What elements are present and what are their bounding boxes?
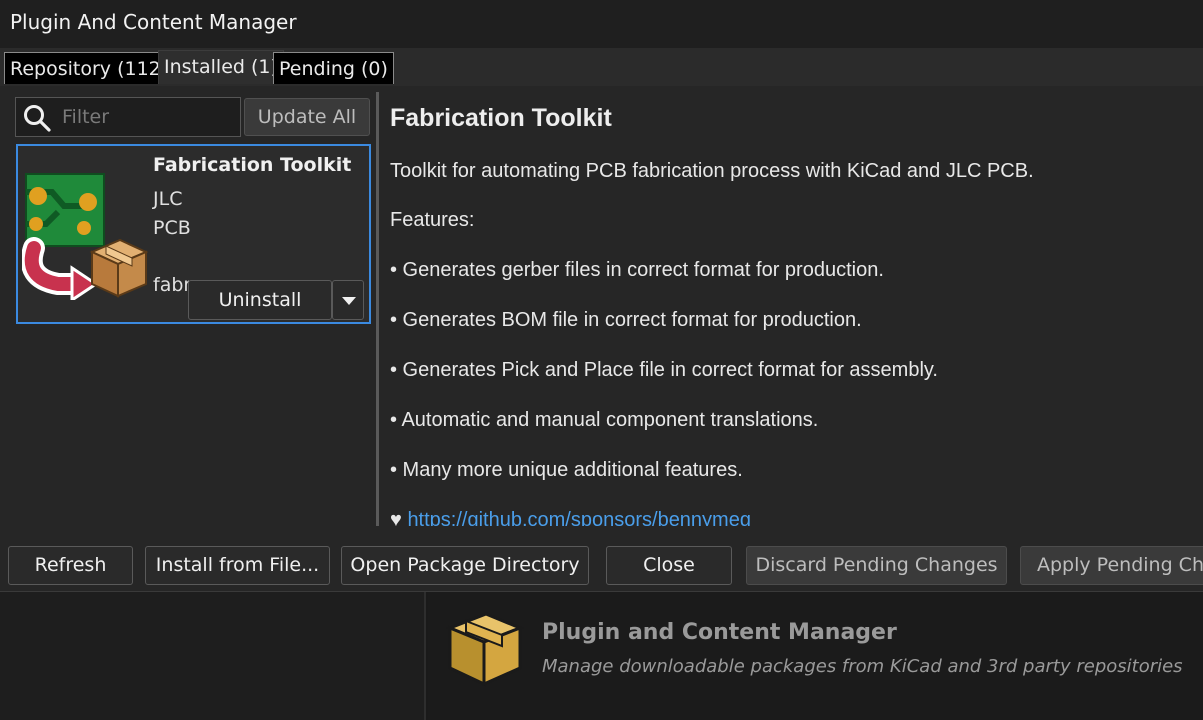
chevron-down-icon: [342, 297, 356, 305]
feature-item: • Generates BOM file in correct format f…: [390, 309, 862, 331]
details-description: Toolkit for automating PCB fabrication p…: [390, 160, 1034, 182]
sponsor-line: ♥ https://github.com/sponsors/bennymeg: [390, 509, 751, 526]
refresh-button[interactable]: Refresh: [8, 546, 133, 585]
dialog-button-bar: Refresh Install from File... Open Packag…: [0, 536, 1203, 592]
tab-pending[interactable]: Pending (0): [273, 52, 394, 84]
package-description-line: JLC: [153, 188, 183, 210]
feature-item: • Generates Pick and Place file in corre…: [390, 359, 938, 381]
search-box[interactable]: [15, 97, 241, 137]
install-from-file-button[interactable]: Install from File...: [145, 546, 330, 585]
main-window-left-pane: [0, 590, 426, 720]
sponsor-link[interactable]: https://github.com/sponsors/bennymeg: [407, 509, 751, 526]
close-button[interactable]: Close: [606, 546, 732, 585]
package-description-line: fabr: [153, 274, 189, 296]
package-details-panel: Fabrication Toolkit Toolkit for automati…: [382, 88, 1203, 526]
tab-installed[interactable]: Installed (1): [158, 50, 284, 84]
heart-icon: ♥: [390, 509, 408, 526]
tab-repository[interactable]: Repository (112): [4, 52, 175, 84]
feature-item: • Many more unique additional features.: [390, 459, 743, 481]
search-input[interactable]: [62, 102, 232, 132]
main-window-launcher-pane[interactable]: [428, 590, 1203, 720]
plugin-manager-dialog: Plugin And Content Manager Repository (1…: [0, 0, 1203, 592]
features-heading: Features:: [390, 209, 475, 231]
title-bar[interactable]: Plugin And Content Manager: [0, 0, 1203, 48]
search-icon: [24, 105, 51, 132]
launcher-title: Plugin and Content Manager: [542, 620, 897, 645]
tab-bar: Repository (112) Installed (1) Pending (…: [0, 48, 1203, 86]
launcher-subtitle: Manage downloadable packages from KiCad …: [542, 656, 1183, 677]
uninstall-button[interactable]: Uninstall: [188, 280, 332, 320]
package-box-icon[interactable]: [444, 606, 526, 688]
apply-pending-changes-button[interactable]: Apply Pending Changes: [1020, 546, 1203, 585]
open-package-directory-button[interactable]: Open Package Directory: [341, 546, 589, 585]
uninstall-options-dropdown[interactable]: [332, 280, 364, 320]
pcb-to-box-icon: [22, 173, 148, 300]
panel-splitter[interactable]: [376, 92, 379, 526]
package-card[interactable]: Fabrication Toolkit JLC PCB fabr Uninsta…: [16, 144, 371, 324]
update-all-button[interactable]: Update All: [244, 98, 370, 136]
details-title: Fabrication Toolkit: [390, 104, 612, 132]
package-name: Fabrication Toolkit: [153, 154, 352, 176]
package-list-panel: Update All Fabricatio: [6, 88, 376, 530]
window-title: Plugin And Content Manager: [10, 10, 297, 34]
discard-pending-changes-button[interactable]: Discard Pending Changes: [746, 546, 1007, 585]
feature-item: • Automatic and manual component transla…: [390, 409, 819, 431]
feature-item: • Generates gerber files in correct form…: [390, 259, 884, 281]
package-description-line: PCB: [153, 217, 191, 239]
